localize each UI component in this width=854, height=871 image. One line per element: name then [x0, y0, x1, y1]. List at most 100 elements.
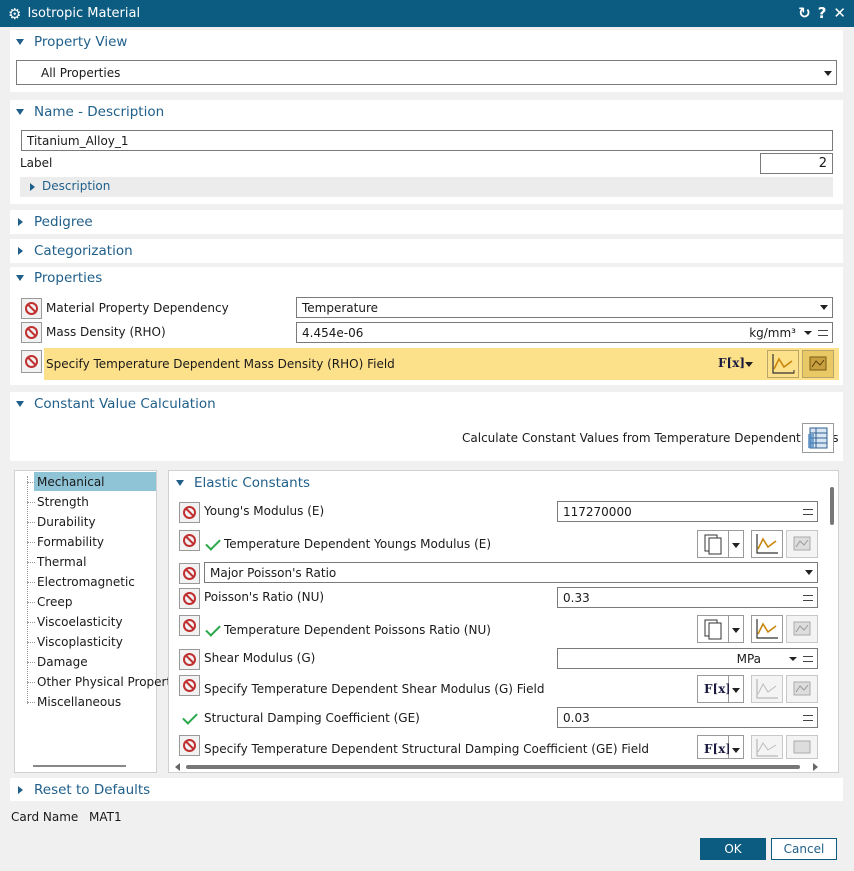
- vertical-scrollbar[interactable]: [830, 487, 834, 525]
- tree-item[interactable]: Miscellaneous: [37, 695, 121, 709]
- poisson-ratio-input[interactable]: 0.33: [557, 587, 818, 608]
- youngs-modulus-input[interactable]: 117270000: [557, 501, 818, 522]
- tree-connector: [27, 582, 35, 583]
- close-icon[interactable]: ✕: [833, 4, 846, 22]
- expand-icon: [18, 786, 23, 794]
- status-icon[interactable]: [179, 588, 200, 609]
- function-icon[interactable]: F[x]: [716, 352, 745, 376]
- xy-graph-icon[interactable]: [751, 615, 783, 643]
- equals-icon[interactable]: [818, 330, 828, 336]
- expand-icon: [18, 218, 23, 226]
- name-description-header[interactable]: Name - Description: [10, 100, 164, 124]
- property-view-header[interactable]: Property View: [10, 30, 127, 54]
- status-icon[interactable]: [179, 675, 200, 696]
- table-field-dropdown[interactable]: [729, 615, 744, 643]
- property-view-select[interactable]: All Properties: [16, 60, 837, 85]
- reset-icon[interactable]: ↻: [798, 4, 811, 22]
- tree-item[interactable]: Other Physical Propert: [37, 675, 171, 689]
- equals-icon[interactable]: [803, 595, 813, 601]
- expand-icon: [30, 183, 35, 191]
- tree-connector: [27, 482, 35, 483]
- equals-icon[interactable]: [803, 509, 813, 515]
- damping-input[interactable]: 0.03: [557, 707, 818, 728]
- chevron-down-icon[interactable]: [745, 362, 753, 367]
- plot-icon: [786, 615, 818, 643]
- tree-item[interactable]: Damage: [37, 655, 88, 669]
- chevron-down-icon: [805, 570, 813, 575]
- status-icon[interactable]: [179, 735, 200, 756]
- elastic-constants-header[interactable]: Elastic Constants: [170, 471, 310, 495]
- tree-connector: [27, 562, 35, 563]
- status-icon[interactable]: [21, 322, 42, 343]
- label-input[interactable]: 2: [760, 153, 833, 174]
- tree-item[interactable]: Mechanical: [37, 475, 105, 489]
- function-icon[interactable]: F[x]: [697, 735, 731, 759]
- card-name-label: Card Name: [11, 810, 79, 824]
- poisson-ratio-label: Poisson's Ratio (NU): [204, 590, 325, 604]
- tree-item[interactable]: Creep: [37, 595, 72, 609]
- chevron-down-icon: [820, 305, 828, 310]
- function-dropdown[interactable]: [729, 735, 744, 759]
- tree-item[interactable]: Formability: [37, 535, 104, 549]
- description-subsection[interactable]: Description: [20, 177, 833, 197]
- table-field-icon[interactable]: [697, 530, 729, 558]
- cancel-button[interactable]: Cancel: [771, 838, 837, 860]
- rho-input[interactable]: 4.454e-06 kg/mm³: [296, 322, 833, 343]
- scroll-right-arrow[interactable]: [813, 763, 818, 771]
- poisson-ratio-select[interactable]: Major Poisson's Ratio: [204, 562, 818, 583]
- scroll-left-arrow[interactable]: [175, 763, 180, 771]
- tree-connector: [27, 476, 28, 704]
- tree-item[interactable]: Viscoplasticity: [37, 635, 123, 649]
- status-icon[interactable]: [179, 615, 200, 636]
- calculate-table-icon[interactable]: [802, 423, 834, 453]
- xy-graph-icon[interactable]: [751, 530, 783, 558]
- tree-item[interactable]: Strength: [37, 495, 89, 509]
- chevron-down-icon[interactable]: [804, 331, 812, 335]
- status-icon[interactable]: [179, 502, 200, 523]
- tree-connector: [27, 502, 35, 503]
- collapse-icon: [16, 401, 24, 407]
- status-icon[interactable]: [21, 298, 42, 319]
- help-icon[interactable]: ?: [818, 4, 827, 22]
- tree-item[interactable]: Thermal: [37, 555, 86, 569]
- pedigree-header[interactable]: Pedigree: [10, 210, 93, 234]
- rho-label: Mass Density (RHO): [46, 325, 166, 339]
- function-dropdown[interactable]: [729, 675, 744, 703]
- expand-icon: [18, 247, 23, 255]
- categorization-panel: [10, 239, 843, 263]
- constant-value-header[interactable]: Constant Value Calculation: [10, 392, 216, 416]
- chevron-down-icon[interactable]: [789, 657, 797, 661]
- properties-header[interactable]: Properties: [10, 266, 102, 290]
- dependency-label: Material Property Dependency: [46, 301, 229, 315]
- window-title: Isotropic Material: [27, 6, 141, 21]
- equals-icon[interactable]: [803, 715, 813, 721]
- dependency-select[interactable]: Temperature: [296, 297, 833, 318]
- equals-icon[interactable]: [803, 656, 813, 662]
- table-field-icon[interactable]: [697, 615, 729, 643]
- status-icon[interactable]: [179, 563, 200, 584]
- horizontal-scrollbar[interactable]: [186, 765, 800, 769]
- function-icon[interactable]: F[x]: [697, 675, 731, 703]
- shear-modulus-input[interactable]: MPa: [557, 648, 818, 669]
- youngs-modulus-label: Young's Modulus (E): [204, 504, 325, 518]
- tree-scrollbar[interactable]: [33, 765, 126, 767]
- name-input[interactable]: Titanium_Alloy_1: [21, 130, 833, 151]
- ok-button[interactable]: OK: [700, 838, 766, 860]
- plot-icon[interactable]: [802, 350, 834, 378]
- categorization-header[interactable]: Categorization: [10, 239, 133, 263]
- status-icon[interactable]: [21, 350, 42, 373]
- tree-item[interactable]: Electromagnetic: [37, 575, 135, 589]
- status-icon[interactable]: [179, 530, 200, 551]
- tree-connector: [27, 602, 35, 603]
- reset-defaults-header[interactable]: Reset to Defaults: [10, 778, 150, 802]
- status-icon[interactable]: [179, 649, 200, 670]
- xy-graph-icon[interactable]: [767, 350, 799, 378]
- damping-field-label: Specify Temperature Dependent Structural…: [204, 742, 650, 756]
- tree-connector: [27, 682, 35, 683]
- label-field-label: Label: [20, 156, 53, 170]
- collapse-icon: [16, 39, 24, 45]
- chevron-down-icon: [824, 71, 832, 76]
- table-field-dropdown[interactable]: [729, 530, 744, 558]
- tree-item[interactable]: Viscoelasticity: [37, 615, 123, 629]
- tree-item[interactable]: Durability: [37, 515, 96, 529]
